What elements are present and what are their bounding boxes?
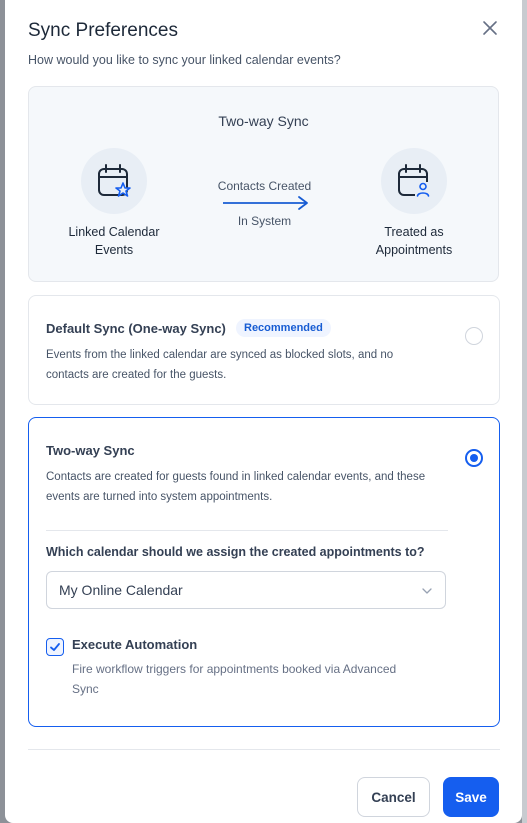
- two-way-sync-desc-line1: Contacts are created for guests found in…: [46, 471, 426, 483]
- two-way-sync-radio[interactable]: [465, 449, 483, 467]
- execute-automation-description: Fire workflow triggers for appointments …: [72, 659, 452, 699]
- dialog-title: Sync Preferences: [28, 20, 178, 41]
- calendar-select-value: My Online Calendar: [59, 582, 183, 598]
- two-way-sync-option[interactable]: Two-way Sync Contacts are created for gu…: [28, 417, 500, 727]
- default-sync-title: Default Sync (One-way Sync): [46, 321, 226, 336]
- appointments-label-line1: Treated as: [384, 225, 444, 239]
- appointments-label: Treated as Appointments: [349, 223, 479, 259]
- sync-diagram: Two-way Sync Linked Calendar Events Cont…: [28, 86, 499, 282]
- cancel-button[interactable]: Cancel: [357, 777, 430, 817]
- linked-calendar-label-line1: Linked Calendar: [68, 225, 160, 239]
- dialog-subtitle: How would you like to sync your linked c…: [28, 53, 341, 67]
- recommended-badge: Recommended: [236, 319, 331, 337]
- linked-calendar-label-line2: Events: [94, 243, 134, 257]
- close-icon: [483, 21, 497, 35]
- diagram-title: Two-way Sync: [218, 113, 309, 129]
- check-icon: [50, 643, 60, 651]
- appointments-label-line2: Appointments: [375, 243, 453, 257]
- appointments-node: [381, 148, 447, 214]
- default-sync-option[interactable]: Default Sync (One-way Sync) Recommended …: [28, 295, 500, 405]
- footer-divider: [28, 749, 500, 750]
- execute-automation-checkbox[interactable]: [46, 638, 64, 656]
- linked-calendar-node: [81, 148, 147, 214]
- execute-automation-desc-line1: Fire workflow triggers for appointments …: [72, 662, 397, 676]
- two-way-sync-desc-line2: events are turned into system appointmen…: [46, 491, 273, 503]
- close-button[interactable]: [479, 17, 501, 39]
- two-way-sync-title: Two-way Sync: [46, 443, 135, 458]
- calendar-user-icon: [398, 164, 431, 198]
- sync-preferences-dialog: Sync Preferences How would you like to s…: [5, 0, 522, 823]
- calendar-question: Which calendar should we assign the crea…: [46, 545, 425, 559]
- default-sync-desc-line2: contacts are created for the guests.: [46, 369, 227, 381]
- arrow-top-label: Contacts Created: [217, 179, 312, 193]
- save-button[interactable]: Save: [443, 777, 499, 817]
- right-arrow-icon: [223, 196, 308, 210]
- section-divider: [46, 530, 448, 531]
- execute-automation-label: Execute Automation: [72, 637, 198, 652]
- default-sync-description: Events from the linked calendar are sync…: [46, 345, 456, 385]
- two-way-sync-description: Contacts are created for guests found in…: [46, 467, 456, 507]
- linked-calendar-label: Linked Calendar Events: [49, 223, 179, 259]
- calendar-star-icon: [98, 164, 131, 197]
- default-sync-desc-line1: Events from the linked calendar are sync…: [46, 349, 394, 361]
- execute-automation-desc-line2: Sync: [72, 682, 99, 696]
- backdrop: [522, 0, 527, 823]
- default-sync-radio[interactable]: [465, 327, 483, 345]
- chevron-down-icon: [422, 588, 432, 594]
- calendar-select[interactable]: My Online Calendar: [46, 571, 446, 609]
- arrow-bottom-label: In System: [237, 214, 292, 228]
